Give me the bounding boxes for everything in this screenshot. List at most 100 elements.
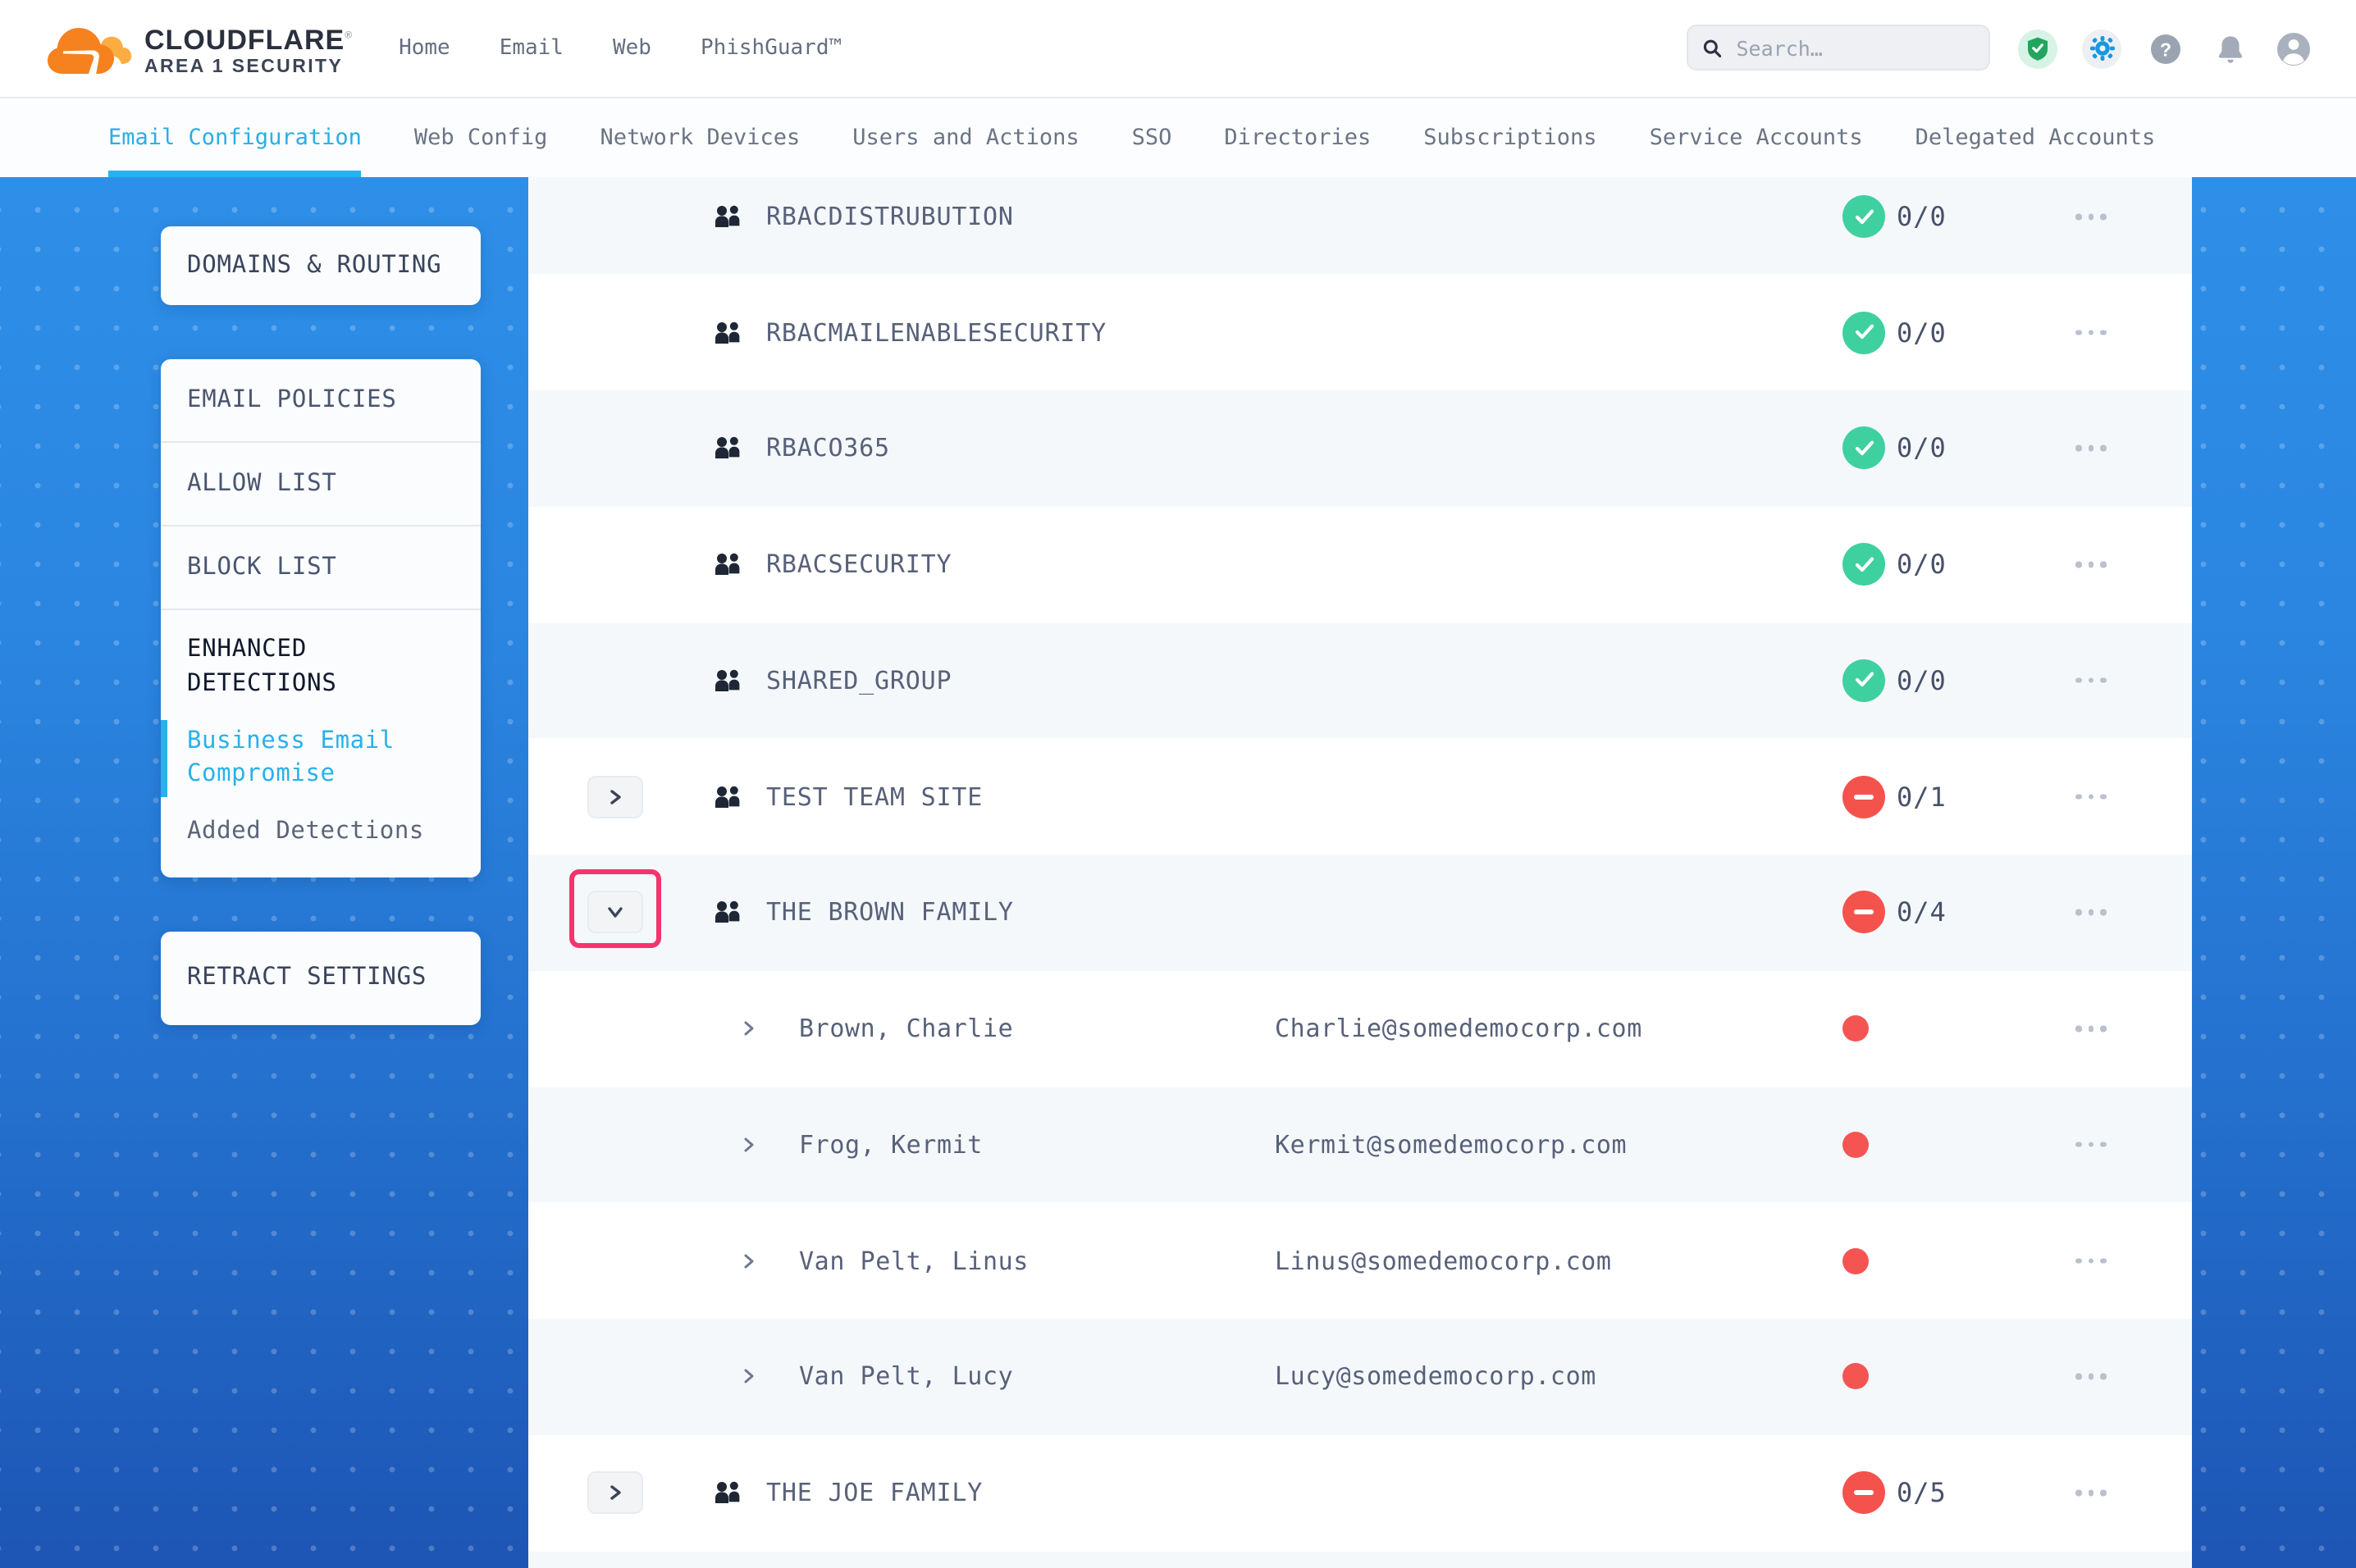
search-input[interactable] (1733, 34, 1975, 62)
cloudflare-cloud-icon (39, 19, 131, 81)
status-count: 0/0 (1897, 665, 1947, 696)
row-actions-button[interactable] (2072, 207, 2109, 226)
row-actions-button[interactable] (2072, 439, 2109, 458)
group-name: RBACMAILENABLESECURITY (766, 317, 1107, 347)
table-row: RBACO365 0/0 (528, 390, 2192, 507)
expand-toggle-button[interactable] (587, 1471, 643, 1514)
chevron-right-icon (742, 1019, 756, 1037)
status-count: 0/5 (1897, 1477, 1947, 1508)
table-row: SHARED_GROUP 0/0 (528, 622, 2192, 739)
enhanced-detections-title[interactable]: ENHANCED DETECTIONS (187, 633, 454, 702)
member-email: Lucy@somedemocorp.com (1275, 1362, 1596, 1392)
sidebar-item-business-email-compromise[interactable]: Business Email Compromise (187, 725, 454, 791)
member-name: Brown, Charlie (799, 1014, 1013, 1043)
table-row: RBACSECURITY 0/0 (528, 507, 2192, 623)
row-actions-button[interactable] (2072, 671, 2109, 690)
tab-web-config[interactable]: Web Config (414, 98, 548, 177)
sidebar-item-allow-list[interactable]: ALLOW LIST (161, 443, 481, 525)
sidebar: DOMAINS & ROUTING EMAIL POLICIESALLOW LI… (0, 175, 528, 1568)
row-actions-button[interactable] (2072, 1135, 2109, 1154)
status-dot (1842, 1247, 1869, 1274)
security-shield-icon[interactable] (2018, 29, 2057, 68)
member-email: Linus@somedemocorp.com (1275, 1246, 1612, 1275)
tab-directories[interactable]: Directories (1224, 98, 1371, 177)
table-row: Frog, Kermit Kermit@somedemocorp.com (528, 1087, 2192, 1203)
group-name: RBACSECURITY (766, 549, 952, 579)
status-count: 0/1 (1897, 781, 1947, 812)
status-badge (1842, 1471, 1885, 1514)
tab-service-accounts[interactable]: Service Accounts (1650, 98, 1863, 177)
status-badge (1842, 891, 1885, 934)
status-badge (1842, 775, 1885, 818)
top-nav-item-web[interactable]: Web (613, 36, 651, 61)
status-badge (1842, 195, 1885, 238)
account-avatar-icon[interactable] (2274, 29, 2313, 68)
row-actions-button[interactable] (2072, 903, 2109, 922)
table-row: RBACMAILENABLESECURITY 0/0 (528, 275, 2192, 391)
member-name: Van Pelt, Linus (799, 1246, 1029, 1275)
app-viewport: CLOUDFLARE® AREA 1 SECURITY Home Email Web… (0, 0, 2356, 1568)
chevron-right-icon (742, 1368, 756, 1386)
brand-name: CLOUDFLARE® (144, 25, 353, 55)
search-box[interactable] (1687, 25, 1990, 71)
sidebar-item-email-policies[interactable]: EMAIL POLICIES (161, 359, 481, 441)
group-name: TEST TEAM SITE (766, 782, 983, 811)
row-actions-button[interactable] (2072, 1367, 2109, 1386)
member-name: Frog, Kermit (799, 1130, 983, 1160)
table-row: THE BROWN FAMILY 0/4 (528, 855, 2192, 971)
tab-email-configuration[interactable]: Email Configuration (108, 98, 362, 177)
settings-gear-icon[interactable] (2082, 29, 2121, 68)
sidebar-item-domains-routing[interactable]: DOMAINS & ROUTING (161, 226, 481, 305)
status-count: 0/0 (1897, 201, 1947, 232)
status-badge (1842, 311, 1885, 353)
group-people-icon (712, 784, 743, 809)
table-row: RBACDISTRUBUTION 0/0 (528, 175, 2192, 275)
expand-toggle-button[interactable] (587, 891, 643, 934)
tab-delegated-accounts[interactable]: Delegated Accounts (1915, 98, 2156, 177)
tab-network-devices[interactable]: Network Devices (600, 98, 800, 177)
status-count: 0/4 (1897, 897, 1947, 928)
row-actions-button[interactable] (2072, 1019, 2109, 1038)
status-count: 0/0 (1897, 433, 1947, 464)
expand-toggle-button[interactable] (587, 775, 643, 818)
table-row: THE JOE FAMILY 0/5 (528, 1435, 2192, 1552)
top-nav-item-email[interactable]: Email (500, 36, 564, 61)
sidebar-item-added-detections[interactable]: Added Detections (187, 814, 454, 848)
member-email: Charlie@somedemocorp.com (1275, 1014, 1642, 1043)
row-actions-button[interactable] (2072, 787, 2109, 806)
tab-sso[interactable]: SSO (1132, 98, 1172, 177)
status-badge (1842, 659, 1885, 702)
table-row: Van Pelt, Lucy Lucy@somedemocorp.com (528, 1319, 2192, 1435)
cloudflare-logo[interactable]: CLOUDFLARE® AREA 1 SECURITY (39, 16, 353, 81)
status-dot (1842, 1015, 1869, 1042)
row-actions-button[interactable] (2072, 323, 2109, 342)
group-people-icon (712, 1480, 743, 1505)
row-actions-button[interactable] (2072, 1484, 2109, 1502)
sidebar-item-retract-settings[interactable]: RETRACT SETTINGS (161, 932, 481, 1025)
table-row: Van Pelt, Linus Linus@somedemocorp.com (528, 1203, 2192, 1320)
sidebar-section-enhanced-detections: ENHANCED DETECTIONS Business Email Compr… (161, 610, 481, 877)
chevron-right-icon (742, 1251, 756, 1269)
status-badge (1842, 427, 1885, 470)
table-row: Brown, Charlie Charlie@somedemocorp.com (528, 971, 2192, 1087)
group-name: RBACO365 (766, 434, 890, 463)
notifications-bell-icon[interactable] (2210, 29, 2249, 68)
sidebar-policies-card: EMAIL POLICIESALLOW LISTBLOCK LIST ENHAN… (161, 359, 481, 877)
search-icon (1703, 37, 1722, 58)
chevron-right-icon (742, 1136, 756, 1154)
tab-subscriptions[interactable]: Subscriptions (1423, 98, 1596, 177)
row-actions-button[interactable] (2072, 1251, 2109, 1270)
top-nav-item-phishguard[interactable]: PhishGuard™ (701, 36, 842, 61)
status-badge (1842, 543, 1885, 586)
group-name: THE BROWN FAMILY (766, 898, 1014, 928)
brand-subtitle: AREA 1 SECURITY (144, 58, 353, 78)
row-actions-button[interactable] (2072, 555, 2109, 574)
help-icon[interactable]: ? (2146, 29, 2185, 68)
table-row: TEST TEAM SITE 0/1 (528, 739, 2192, 855)
group-people-icon (712, 320, 743, 344)
header-icons: ? (2018, 0, 2356, 97)
top-nav-item-home[interactable]: Home (399, 36, 450, 61)
sidebar-item-block-list[interactable]: BLOCK LIST (161, 526, 481, 609)
tab-users-and-actions[interactable]: Users and Actions (852, 98, 1079, 177)
groups-table: RBACDISTRUBUTION 0/0 RBACMAILENABLESECUR… (528, 175, 2192, 1568)
